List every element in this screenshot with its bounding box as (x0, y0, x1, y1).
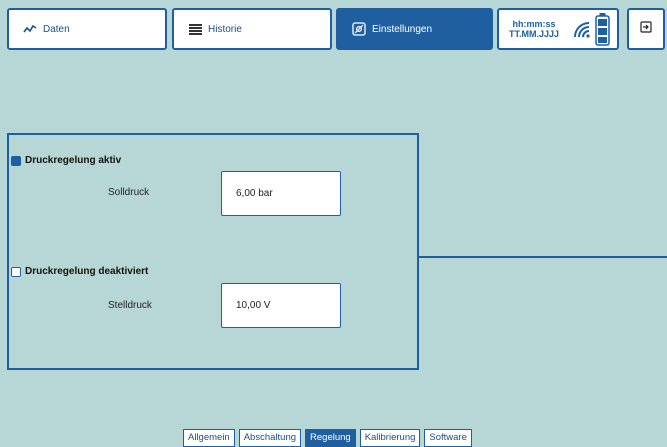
date-display: TT.MM.JJJJ (509, 29, 560, 39)
tab-einstellungen[interactable]: Einstellungen (336, 8, 493, 50)
solldruck-field[interactable]: 6,00 bar (221, 171, 341, 216)
clock: hh:mm:ss TT.MM.JJJJ (509, 19, 559, 39)
solldruck-label: Solldruck (108, 187, 150, 198)
option-aktiv-label: Druckregelung aktiv (25, 155, 122, 166)
tab-daten-label: Daten (43, 23, 70, 35)
checkbox-deaktiviert[interactable] (11, 266, 21, 277)
stelldruck-label: Stelldruck (108, 300, 152, 311)
divider-line (419, 256, 667, 258)
logout-button[interactable] (627, 8, 665, 50)
tab-historie-label: Historie (208, 23, 242, 35)
trend-line-icon (23, 22, 37, 36)
subtab-kalibrierung[interactable]: Kalibrierung (359, 429, 421, 447)
tab-daten[interactable]: Daten (7, 8, 167, 50)
option-druckregelung-aktiv[interactable]: Druckregelung aktiv (11, 155, 121, 166)
wifi-icon (573, 21, 591, 44)
regulation-panel (7, 133, 419, 370)
logout-icon (640, 20, 652, 38)
subtab-abschaltung[interactable]: Abschaltung (238, 429, 302, 447)
settings-subtabs: Allgemein Abschaltung Regelung Kalibrier… (183, 429, 476, 447)
option-deaktiviert-label: Druckregelung deaktiviert (25, 266, 149, 277)
settings-icon (352, 22, 366, 36)
option-druckregelung-deaktiviert[interactable]: Druckregelung deaktiviert (11, 266, 148, 277)
stelldruck-field[interactable]: 10,00 V (221, 283, 341, 328)
checkbox-aktiv[interactable] (11, 155, 21, 166)
top-bar: Daten Historie Einstellungen hh:mm:ss TT… (0, 0, 667, 58)
tab-einstellungen-label: Einstellungen (372, 23, 433, 35)
time-display: hh:mm:ss (512, 19, 556, 29)
subtab-software[interactable]: Software (424, 429, 472, 447)
battery-icon (595, 13, 610, 51)
status-panel: hh:mm:ss TT.MM.JJJJ (497, 8, 619, 50)
tab-historie[interactable]: Historie (172, 8, 332, 50)
subtab-regelung[interactable]: Regelung (305, 429, 356, 447)
list-icon (188, 22, 202, 36)
subtab-allgemein[interactable]: Allgemein (183, 429, 235, 447)
